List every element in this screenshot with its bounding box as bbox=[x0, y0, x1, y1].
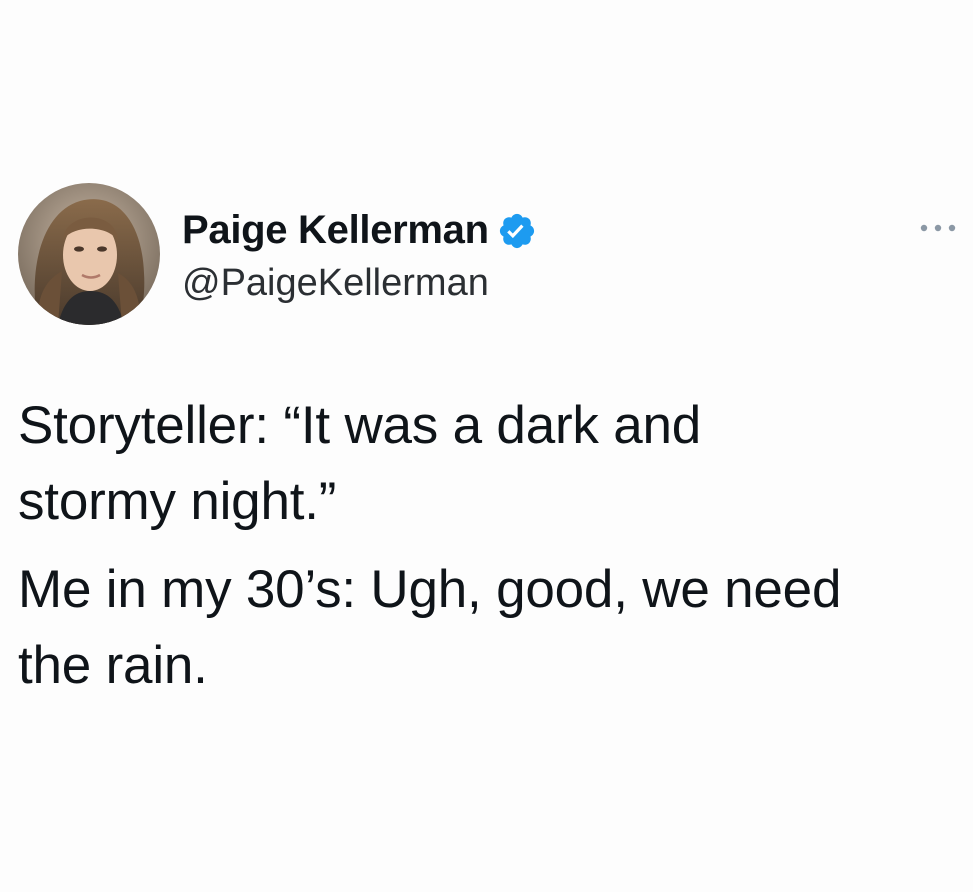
author-name-row: Paige Kellerman bbox=[182, 204, 537, 256]
tweet-paragraph: Me in my 30’s: Ugh, good, we need the ra… bbox=[18, 560, 842, 695]
more-options-button[interactable] bbox=[916, 216, 960, 240]
tweet-text: Storyteller: “It was a dark and stormy n… bbox=[18, 388, 958, 704]
more-horizontal-icon bbox=[920, 224, 956, 232]
tweet-paragraph: Storyteller: “It was a dark and stormy n… bbox=[18, 396, 702, 531]
profile-photo bbox=[18, 183, 160, 325]
tweet-card: Paige Kellerman @PaigeKellerman Storytel… bbox=[0, 0, 973, 892]
author-display-name[interactable]: Paige Kellerman bbox=[182, 204, 489, 256]
author-handle[interactable]: @PaigeKellerman bbox=[182, 258, 489, 308]
verified-badge-icon bbox=[497, 211, 537, 251]
author-avatar[interactable] bbox=[18, 183, 160, 325]
